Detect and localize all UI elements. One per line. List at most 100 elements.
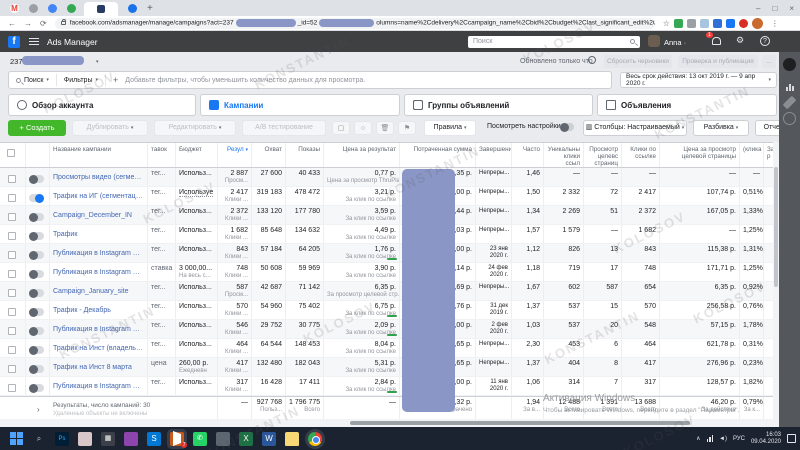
campaign-active-toggle[interactable] bbox=[29, 288, 44, 298]
window-maximize-button[interactable]: □ bbox=[772, 4, 777, 13]
facebook-extension-icon[interactable] bbox=[725, 18, 735, 28]
col-header-name[interactable]: Название кампании bbox=[50, 143, 148, 167]
extension-icon[interactable] bbox=[738, 18, 748, 28]
browser-tab-favicon[interactable] bbox=[29, 3, 38, 13]
taskbar-excel-icon[interactable]: X bbox=[239, 431, 253, 446]
tab-account-overview[interactable]: Обзор аккаунта bbox=[8, 94, 196, 116]
edit-button[interactable]: Редактировать ▾ bbox=[154, 120, 236, 136]
global-search-input[interactable]: Поиск bbox=[468, 35, 640, 48]
settings-gear-icon[interactable]: ⚙ bbox=[736, 35, 744, 46]
col-header-ends[interactable]: Завершени bbox=[476, 143, 512, 167]
view-settings-toggle[interactable] bbox=[560, 122, 574, 132]
extension-icon[interactable] bbox=[699, 18, 709, 28]
campaign-active-toggle[interactable] bbox=[29, 364, 44, 374]
volume-icon[interactable]: ◄) bbox=[719, 436, 727, 442]
row-checkbox[interactable] bbox=[8, 384, 16, 392]
breakdown-button[interactable]: Разбивка ▾ bbox=[693, 120, 749, 136]
new-tab-button[interactable]: + bbox=[147, 3, 153, 14]
taskbar-skype-icon[interactable]: S bbox=[147, 431, 161, 446]
tab-campaigns[interactable]: Кампании bbox=[200, 94, 400, 116]
table-row[interactable]: Трафик на Инст (владельцы IP...★ тег... … bbox=[0, 339, 773, 358]
refresh-icon[interactable] bbox=[588, 56, 596, 64]
taskbar-photoshop-icon[interactable]: Ps bbox=[55, 431, 69, 446]
table-row[interactable]: Трафик★ тег... Использ... 1 682Клики ...… bbox=[0, 225, 773, 244]
table-row[interactable]: Публикация в Instagram ★ -... тег... Исп… bbox=[0, 244, 773, 263]
col-header-reach[interactable]: Охват bbox=[252, 143, 286, 167]
browser-profile-avatar[interactable] bbox=[751, 17, 763, 29]
menu-hamburger-icon[interactable] bbox=[29, 36, 39, 47]
col-header-budget[interactable]: Бюджет bbox=[176, 143, 218, 167]
col-header-unique-link-clicks[interactable]: Уникальны клики ссыл bbox=[544, 143, 584, 167]
chart-flag-icon-button[interactable]: ⚑ bbox=[398, 121, 416, 135]
active-tab-ads-manager[interactable] bbox=[84, 2, 118, 16]
browser-tab-favicon[interactable] bbox=[67, 3, 76, 13]
notifications-bell-icon[interactable] bbox=[712, 37, 721, 45]
more-options-button[interactable]: ... bbox=[762, 55, 776, 68]
campaign-name-link[interactable]: Трафик - Декабрь★ bbox=[53, 303, 144, 318]
tab-ad-sets[interactable]: Группы объявлений bbox=[404, 94, 593, 116]
row-checkbox[interactable] bbox=[8, 194, 16, 202]
refresh-icon-button[interactable]: ○ bbox=[354, 121, 372, 135]
ab-test-button[interactable]: А/В тестирование bbox=[242, 120, 326, 136]
row-checkbox[interactable] bbox=[8, 327, 16, 335]
notices-icon[interactable] bbox=[783, 58, 796, 71]
table-row[interactable]: Трафик на ИГ (сегментация по...★ тег... … bbox=[0, 187, 773, 206]
history-clock-icon[interactable] bbox=[783, 112, 796, 125]
extension-icon[interactable] bbox=[673, 18, 683, 28]
vertical-scrollbar-thumb[interactable] bbox=[774, 167, 778, 287]
campaign-name-link[interactable]: Трафик★ bbox=[53, 227, 144, 242]
col-header-impressions[interactable]: Показы bbox=[286, 143, 324, 167]
bookmark-star-icon[interactable]: ☆ bbox=[663, 19, 670, 28]
create-button[interactable]: + Создать bbox=[8, 120, 66, 136]
campaign-name-link[interactable]: Трафик на Инст 8 марта★ bbox=[53, 360, 144, 375]
rules-button[interactable]: Правила ▾ bbox=[424, 120, 476, 136]
user-avatar[interactable] bbox=[648, 35, 660, 47]
col-header-results[interactable]: Резул ▾ bbox=[218, 143, 252, 167]
horizontal-scrollbar[interactable] bbox=[0, 419, 779, 427]
campaign-name-link[interactable]: Публикация в Instagram ★ -... bbox=[53, 379, 144, 394]
row-checkbox[interactable] bbox=[8, 365, 16, 373]
table-row[interactable]: Campaign_January_site★ тег... Использ...… bbox=[0, 282, 773, 301]
extension-icon[interactable] bbox=[686, 18, 696, 28]
taskbar-whatsapp-icon[interactable]: ✆ bbox=[193, 431, 207, 446]
col-header-bid[interactable]: тавок bbox=[148, 143, 176, 167]
language-indicator[interactable]: РУС bbox=[733, 436, 745, 442]
taskbar-calculator-icon[interactable]: ▦ bbox=[101, 431, 115, 446]
account-id[interactable]: 237 bbox=[10, 57, 23, 66]
table-row[interactable]: Публикация в Instagram ★ О... ставка 3 0… bbox=[0, 263, 773, 282]
table-row[interactable]: Трафик - Декабрь★ тег... Использ... 570К… bbox=[0, 301, 773, 320]
select-all-checkbox[interactable] bbox=[7, 149, 15, 157]
expand-summary-icon[interactable]: › bbox=[29, 405, 40, 414]
row-checkbox[interactable] bbox=[8, 251, 16, 259]
table-row[interactable]: Трафик на Инст 8 марта★ цена 260,00 р.Еж… bbox=[0, 358, 773, 377]
table-row[interactable]: Campaign_December_IN★ тег... Использ... … bbox=[0, 206, 773, 225]
network-icon[interactable] bbox=[706, 435, 714, 442]
campaign-active-toggle[interactable] bbox=[29, 345, 44, 355]
row-checkbox[interactable] bbox=[8, 346, 16, 354]
campaign-active-toggle[interactable] bbox=[29, 383, 44, 393]
tab-ads[interactable]: Объявления bbox=[597, 94, 777, 116]
filters-chip[interactable]: Фильтры ▾ bbox=[57, 74, 106, 86]
row-checkbox[interactable] bbox=[8, 289, 16, 297]
campaign-active-toggle[interactable] bbox=[29, 174, 44, 184]
campaign-active-toggle[interactable] bbox=[29, 231, 44, 241]
window-close-button[interactable]: × bbox=[789, 4, 794, 13]
back-icon[interactable]: ← bbox=[8, 19, 16, 28]
col-header-cost-per-landing-page-view[interactable]: Цена за просмотр целевой страницы bbox=[660, 143, 740, 167]
campaign-name-link[interactable]: Публикация в Instagram ★ -... bbox=[53, 246, 144, 261]
campaign-name-link[interactable]: Трафик на ИГ (сегментация по...★ bbox=[53, 189, 144, 204]
browser-menu-icon[interactable]: ⋮ bbox=[771, 19, 779, 28]
campaign-active-toggle[interactable] bbox=[29, 212, 44, 222]
table-row[interactable]: Публикация в Instagram ★ Я... тег... Исп… bbox=[0, 320, 773, 339]
window-minimize-button[interactable]: – bbox=[756, 4, 760, 13]
row-checkbox[interactable] bbox=[8, 270, 16, 278]
taskbar-search-icon[interactable]: ⌕ bbox=[32, 432, 46, 446]
browser-tab-favicon[interactable] bbox=[48, 3, 57, 13]
forward-icon[interactable]: → bbox=[24, 19, 32, 28]
start-button[interactable] bbox=[10, 432, 23, 445]
taskbar-chrome-icon[interactable] bbox=[308, 431, 322, 446]
row-checkbox[interactable] bbox=[8, 175, 16, 183]
campaign-active-toggle[interactable] bbox=[29, 307, 44, 317]
account-dropdown-caret[interactable]: ▾ bbox=[96, 59, 99, 65]
taskbar-clock[interactable]: 16:03 09.04.2020 bbox=[751, 432, 781, 446]
